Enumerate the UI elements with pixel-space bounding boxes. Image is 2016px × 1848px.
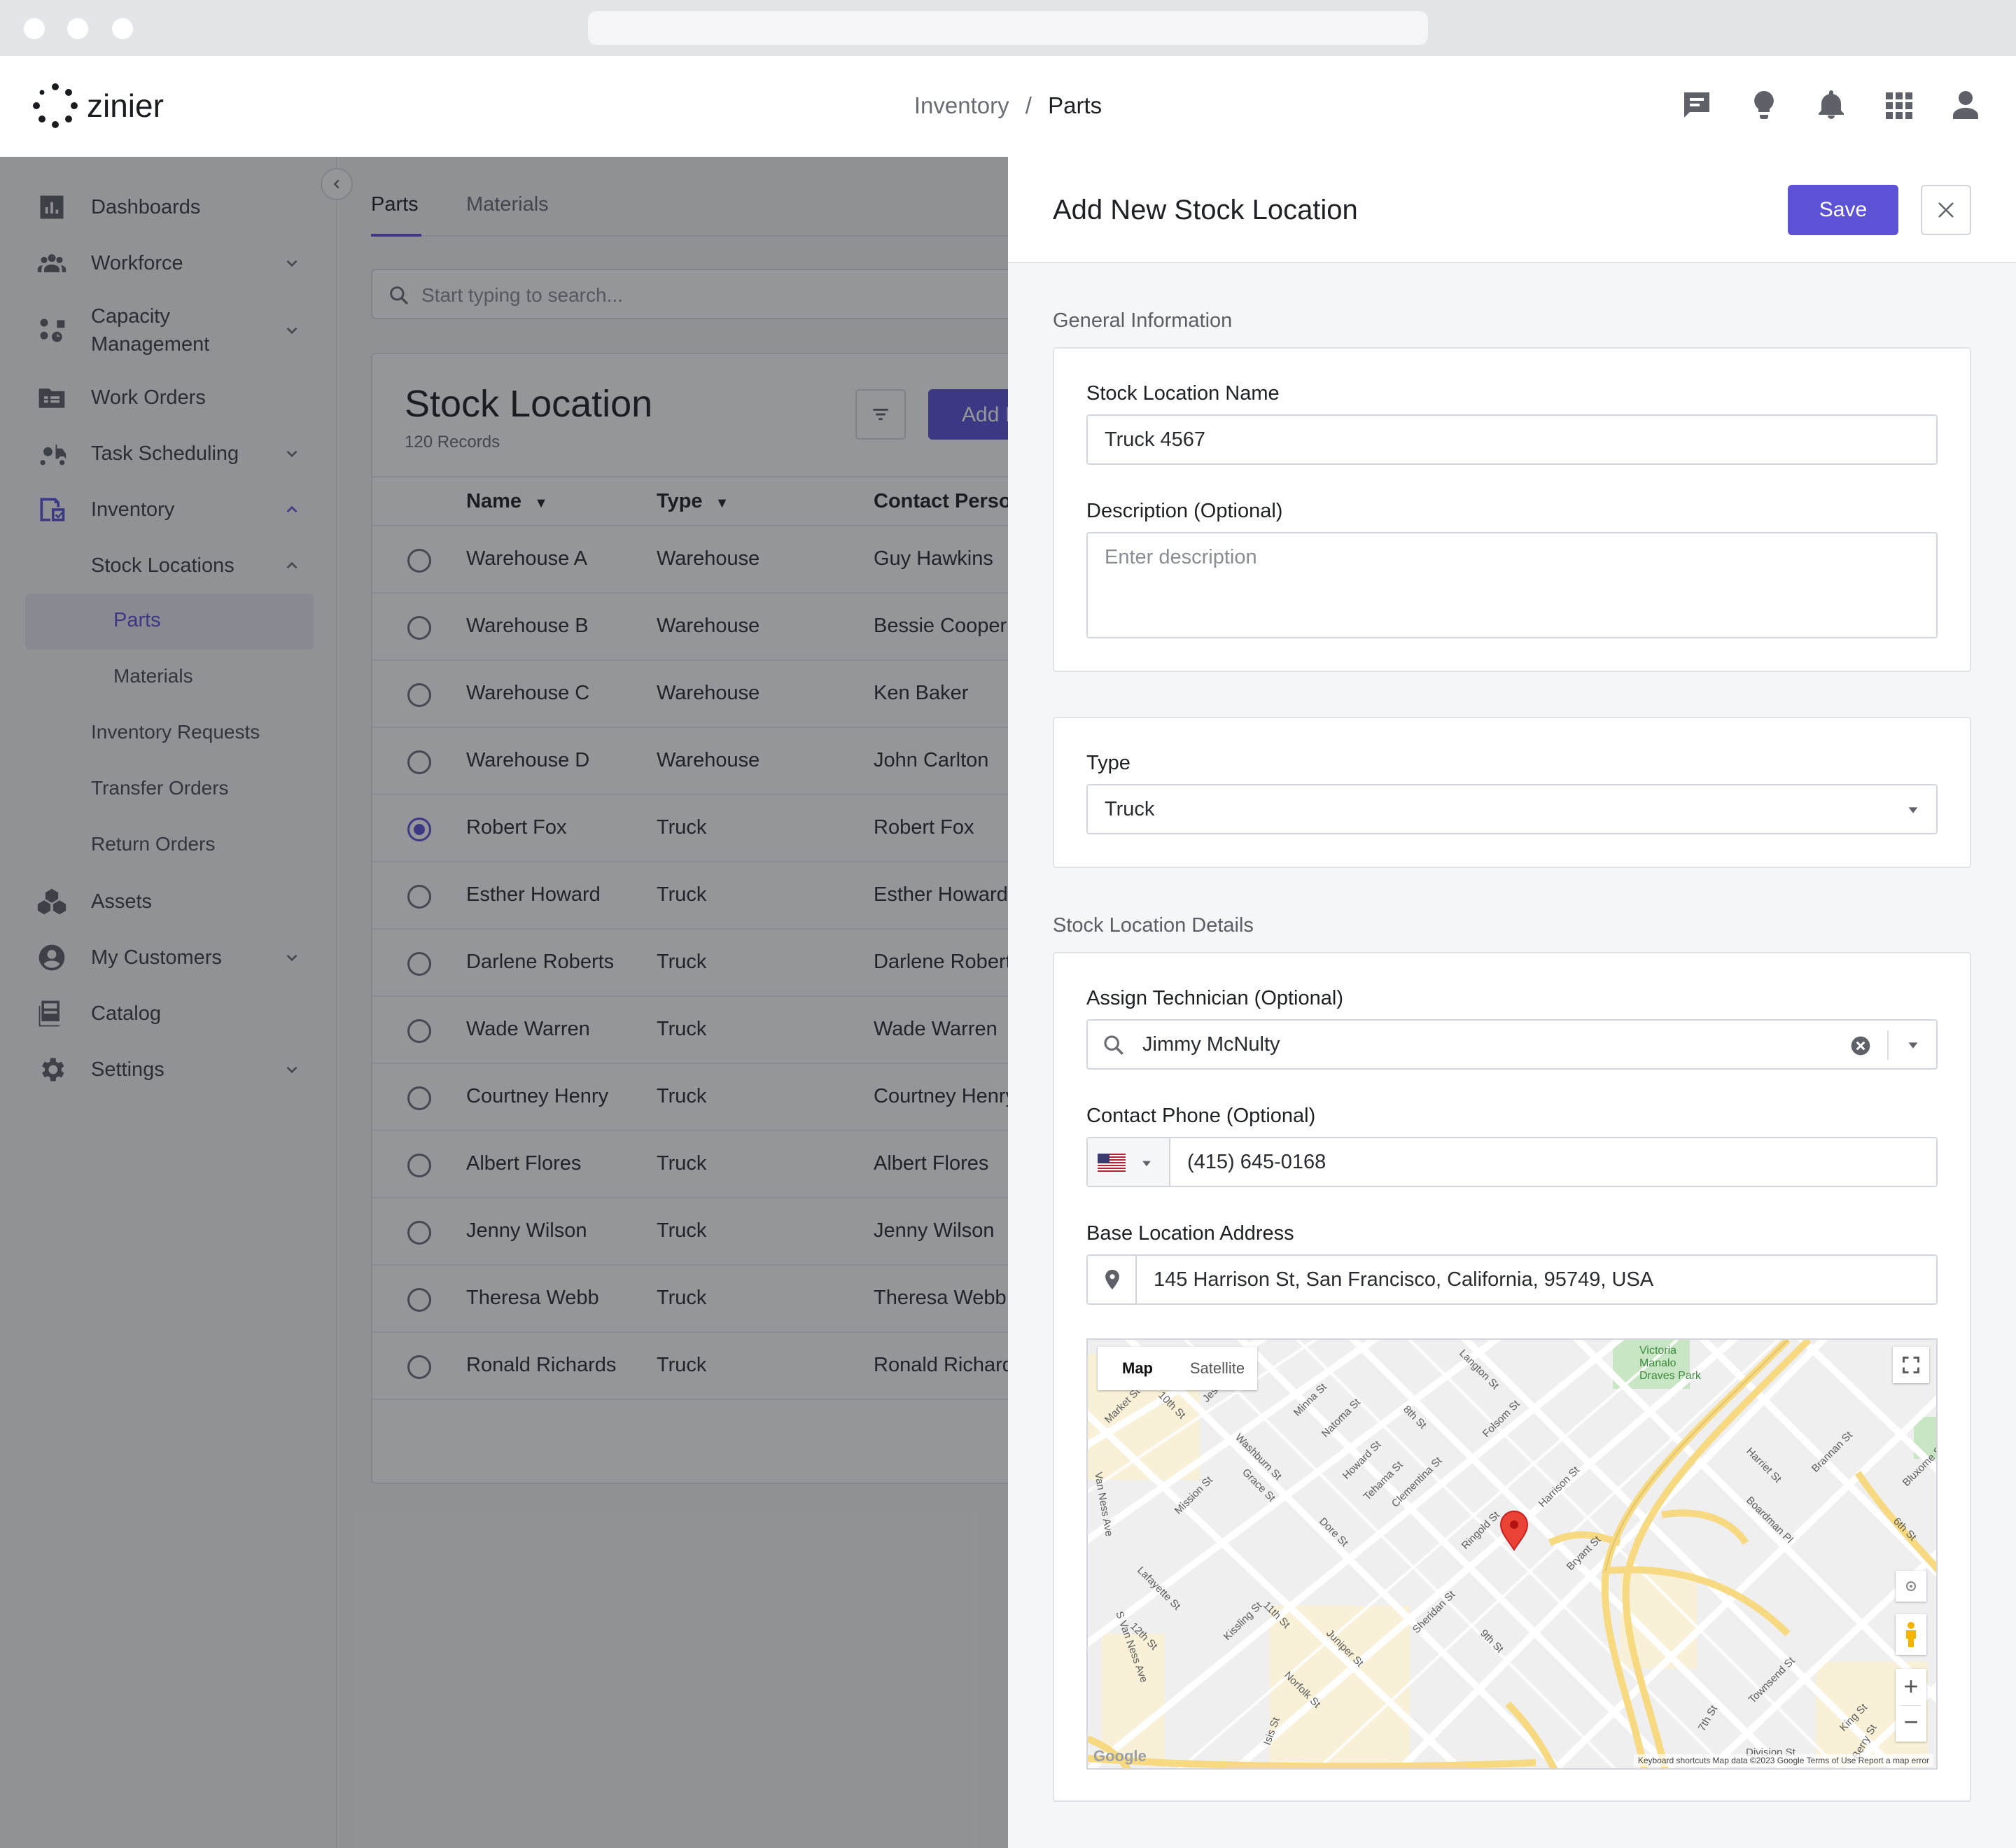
window-dot-zoom[interactable] [112,18,133,39]
name-label: Stock Location Name [1086,382,1280,405]
address-input[interactable]: 145 Harrison St, San Francisco, Californ… [1086,1254,1938,1305]
apps-grid-icon[interactable] [1882,88,1915,122]
description-label: Description (Optional) [1086,500,1283,522]
phone-value: (415) 645-0168 [1187,1151,1326,1173]
chat-icon[interactable] [1680,88,1714,122]
breadcrumb-inventory[interactable]: Inventory [914,92,1009,118]
dropdown-arrow-icon [1142,1161,1151,1167]
map-tiles: Market St 10th St Jessie St Minna St Nat… [1088,1340,1936,1768]
type-value: Truck [1105,798,1155,820]
close-button[interactable] [1921,185,1971,235]
modal-backdrop[interactable] [0,157,1008,1848]
section-stock-location-details: Stock Location Details [1053,914,1254,937]
dropdown-arrow-icon[interactable] [1905,1037,1921,1053]
search-icon [1104,1035,1124,1055]
crosshair-icon [1906,1581,1916,1591]
section-general-information: General Information [1053,309,1233,332]
map-tab-satellite[interactable]: Satellite [1177,1347,1257,1390]
close-icon [1938,202,1954,218]
breadcrumb: Inventory / Parts [0,92,2016,119]
select-divider [1887,1030,1889,1060]
zoom-out-button[interactable]: − [1896,1705,1926,1742]
country-code-select[interactable] [1088,1138,1170,1186]
breadcrumb-current: Parts [1048,92,1102,118]
bell-icon[interactable] [1814,88,1848,122]
description-textarea[interactable]: Enter description [1086,532,1938,638]
url-bar[interactable] [588,11,1428,45]
pegman-icon [1906,1622,1916,1647]
dropdown-arrow-icon [1908,807,1918,813]
map-type-toggle: Map Satellite [1098,1347,1257,1390]
map-attribution[interactable]: Keyboard shortcuts Map data ©2023 Google… [1633,1754,1933,1767]
street-view-button[interactable] [1896,1614,1926,1655]
stock-location-name-input[interactable]: Truck 4567 [1086,414,1938,465]
name-value: Truck 4567 [1105,428,1205,451]
location-map[interactable]: Market St 10th St Jessie St Minna St Nat… [1086,1338,1938,1770]
breadcrumb-separator: / [1025,92,1032,118]
address-label: Base Location Address [1086,1222,1294,1245]
fullscreen-icon [1903,1357,1919,1373]
my-location-button[interactable] [1896,1571,1926,1602]
clear-icon[interactable] [1849,1035,1872,1057]
lightbulb-icon[interactable] [1747,88,1781,122]
technician-label: Assign Technician (Optional) [1086,987,1343,1009]
address-icon-box [1088,1256,1137,1303]
technician-value: Jimmy McNulty [1142,1033,1280,1056]
us-flag-icon [1098,1154,1126,1172]
phone-label: Contact Phone (Optional) [1086,1105,1316,1127]
browser-chrome [0,0,2016,56]
zoom-in-button[interactable]: + [1896,1669,1926,1705]
user-avatar-icon[interactable] [1949,88,1982,122]
description-placeholder: Enter description [1105,546,1257,568]
window-dot-minimize[interactable] [67,18,88,39]
location-pin-icon [1105,1269,1119,1290]
phone-input[interactable]: (415) 645-0168 [1086,1137,1938,1187]
type-label: Type [1086,752,1130,774]
google-logo: Google [1093,1747,1147,1765]
panel-title: Add New Stock Location [1053,195,1358,225]
technician-select[interactable]: Jimmy McNulty [1086,1019,1938,1070]
type-select[interactable]: Truck [1086,784,1938,834]
save-button[interactable]: Save [1788,185,1898,235]
window-dot-close[interactable] [24,18,45,39]
address-value: 145 Harrison St, San Francisco, Californ… [1154,1268,1654,1291]
zoom-controls: + − [1896,1669,1926,1742]
fullscreen-button[interactable] [1893,1347,1929,1383]
map-tab-map[interactable]: Map [1098,1347,1177,1390]
